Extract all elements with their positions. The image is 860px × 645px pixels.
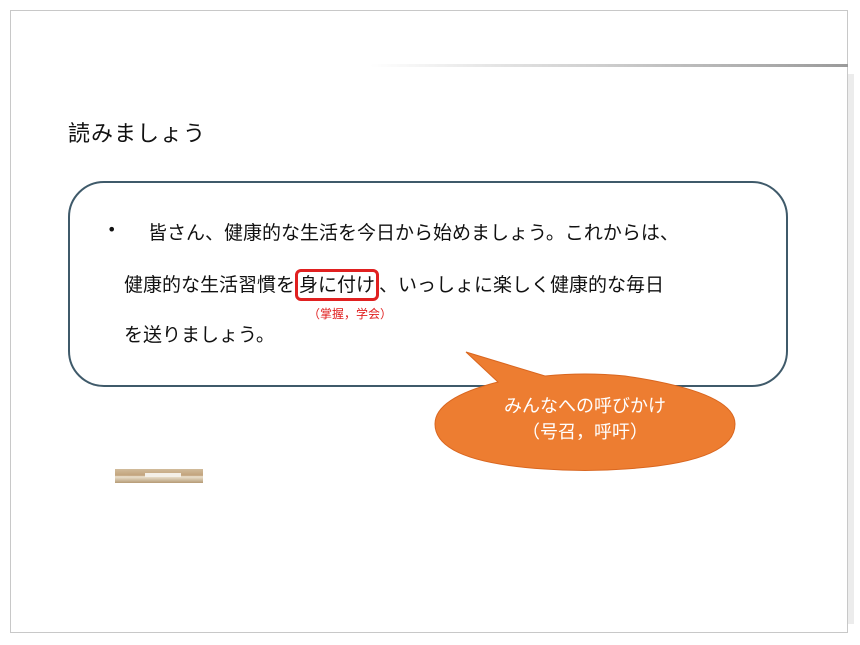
passage-line-1: 皆さん、健康的な生活を今日から始めましょう。これからは、 xyxy=(148,222,679,244)
decorative-rule xyxy=(370,64,848,67)
bullet-marker: • xyxy=(107,220,117,239)
callout-line-1: みんなへの呼びかけ xyxy=(504,396,666,417)
passage-line-2: 健康的な生活習慣を 身に付け 、いっしょに楽しく健康的な毎日 xyxy=(124,269,665,301)
vocab-gloss: （掌握，学会） xyxy=(308,307,393,321)
passage-line-2-start: 健康的な生活習慣を xyxy=(124,274,296,296)
speech-bubble-text: みんなへの呼びかけ （号召，呼吁） xyxy=(440,394,730,446)
callout-line-2: （号召，呼吁） xyxy=(522,422,648,443)
highlighted-vocab: 身に付け xyxy=(295,269,380,301)
thumbnail-strip xyxy=(145,473,181,477)
page-title: 読みましょう xyxy=(68,122,207,147)
slide-edge-strip xyxy=(848,74,854,624)
passage-line-2-end: 、いっしょに楽しく健康的な毎日 xyxy=(379,274,665,296)
embedded-image-thumbnail xyxy=(115,469,203,483)
passage-line-3: を送りましょう。 xyxy=(124,324,275,346)
